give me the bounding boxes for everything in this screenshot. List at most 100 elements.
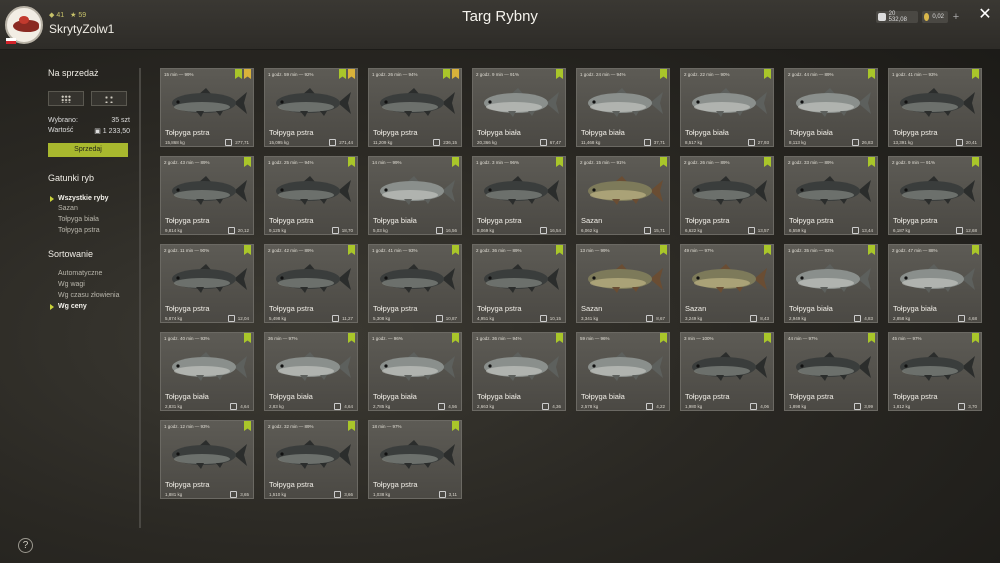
fish-card[interactable]: 44 min — 97% Tołpyga pstra 1,898 kg 3,99 bbox=[784, 332, 878, 411]
fish-price: 15,71 bbox=[643, 227, 665, 234]
fish-card[interactable]: 1 godz. 12 min — 93% Tołpyga pstra 1,881… bbox=[160, 420, 254, 499]
fish-name: Tołpyga pstra bbox=[269, 216, 314, 225]
fish-name: Tołpyga pstra bbox=[165, 216, 210, 225]
fish-card[interactable]: 1 godz. 35 min — 93% Tołpyga biała 2,949… bbox=[784, 244, 878, 323]
fish-image bbox=[172, 88, 247, 117]
fish-card[interactable]: 2 godz. 32 min — 89% Tołpyga pstra 1,510… bbox=[264, 420, 358, 499]
fish-card[interactable]: 45 min — 97% Tołpyga pstra 1,812 kg 3,70 bbox=[888, 332, 982, 411]
catch-time: 45 min — 97% bbox=[892, 336, 922, 341]
fish-card[interactable]: 1 godz. 25 min — 94% Tołpyga pstra 9,125… bbox=[264, 156, 358, 235]
species-all[interactable]: Wszystkie ryby bbox=[50, 195, 109, 202]
grid-view-button[interactable] bbox=[48, 91, 84, 106]
fish-weight: 5,874 kg bbox=[165, 316, 183, 321]
trophy-ribbon-icon bbox=[452, 421, 459, 431]
silver-coin-icon bbox=[331, 227, 339, 234]
trophy-ribbon-icon bbox=[972, 69, 979, 79]
fish-card[interactable]: 1 godz. 24 min — 94% Tołpyga biała 11,46… bbox=[576, 68, 670, 147]
fish-card[interactable]: 1 godz. 40 min — 93% Tołpyga biała 2,831… bbox=[160, 332, 254, 411]
fish-card[interactable]: 2 godz. 11 min — 90% Tołpyga pstra 5,874… bbox=[160, 244, 254, 323]
fish-card[interactable]: 2 godz. 44 min — 89% Tołpyga biała 8,113… bbox=[784, 68, 878, 147]
fish-image bbox=[172, 176, 247, 205]
list-view-button[interactable] bbox=[91, 91, 127, 106]
fish-image bbox=[172, 440, 247, 469]
fish-card[interactable]: 36 min — 97% Tołpyga biała 2,83 kg 4,64 bbox=[264, 332, 358, 411]
fish-name: Sazan bbox=[685, 304, 707, 313]
fish-card[interactable]: 49 min — 97% Sazan 3,249 kg 8,43 bbox=[680, 244, 774, 323]
sort-automatic[interactable]: Automatyczne bbox=[58, 270, 102, 277]
fish-card[interactable]: 15 min — 99% Tołpyga pstra 15,868 kg 277… bbox=[160, 68, 254, 147]
fish-card[interactable]: 2 godz. 15 min — 91% Sazan 6,062 kg 15,7… bbox=[576, 156, 670, 235]
catch-time: 2 godz. 36 min — 89% bbox=[476, 248, 522, 253]
silver-coin-icon bbox=[230, 491, 238, 498]
fish-card[interactable]: 1 godz. 3 min — 96% Tołpyga pstra 8,069 … bbox=[472, 156, 566, 235]
fish-card[interactable]: 2 godz. 42 min — 89% Tołpyga pstra 5,498… bbox=[264, 244, 358, 323]
fish-card[interactable]: 3 min — 100% Tołpyga pstra 1,980 kg 4,06 bbox=[680, 332, 774, 411]
silver-coin-icon bbox=[958, 315, 966, 322]
fish-price: 18,70 bbox=[331, 227, 353, 234]
fish-image bbox=[692, 352, 767, 381]
gold-balance: 0,02 bbox=[922, 11, 948, 23]
fish-card[interactable]: 2 godz. 9 min — 91% Tołpyga pstra 6,187 … bbox=[888, 156, 982, 235]
fish-card[interactable]: 2 godz. 43 min — 89% Tołpyga pstra 9,814… bbox=[160, 156, 254, 235]
silver-coin-icon bbox=[334, 491, 342, 498]
fish-image bbox=[692, 88, 767, 117]
fish-name: Tołpyga pstra bbox=[165, 128, 210, 137]
fish-image bbox=[276, 352, 351, 381]
fish-card[interactable]: 2 godz. 22 min — 90% Tołpyga biała 8,517… bbox=[680, 68, 774, 147]
sort-by-catch-time[interactable]: Wg czasu złowienia bbox=[58, 292, 119, 299]
fish-price: 4,68 bbox=[958, 315, 977, 322]
fish-card[interactable]: 2 godz. 47 min — 88% Tołpyga biała 2,858… bbox=[888, 244, 982, 323]
fish-card[interactable]: 1 godz. 41 min — 93% Tołpyga pstra 5,308… bbox=[368, 244, 462, 323]
species-tolpyga-pstra[interactable]: Tołpyga pstra bbox=[58, 227, 100, 234]
fish-name: Tołpyga pstra bbox=[477, 304, 522, 313]
fish-image bbox=[380, 176, 455, 205]
help-button[interactable]: ? bbox=[18, 538, 33, 553]
fish-weight: 6,559 kg bbox=[789, 228, 807, 233]
fish-card[interactable]: 2 godz. 26 min — 89% Tołpyga pstra 6,622… bbox=[680, 156, 774, 235]
catch-time: 2 godz. 33 min — 89% bbox=[788, 160, 834, 165]
fish-card[interactable]: 1 godz. 26 min — 94% Tołpyga pstra 11,20… bbox=[368, 68, 462, 147]
species-section-title: Gatunki ryb bbox=[48, 173, 95, 183]
fish-name: Tołpyga pstra bbox=[893, 128, 938, 137]
trophy-ribbon-icon bbox=[972, 157, 979, 167]
trophy-ribbon-icon bbox=[244, 333, 251, 343]
fish-price: 4,56 bbox=[438, 403, 457, 410]
fish-weight: 8,517 kg bbox=[685, 140, 703, 145]
fish-image bbox=[588, 352, 663, 381]
fish-price: 13,57 bbox=[747, 227, 769, 234]
sell-button[interactable]: Sprzedaj bbox=[48, 143, 128, 157]
trophy-ribbon-icon bbox=[348, 421, 355, 431]
fish-card[interactable]: 14 min — 99% Tołpyga biała 5,03 kg 16,56 bbox=[368, 156, 462, 235]
species-tolpyga-biala[interactable]: Tołpyga biała bbox=[58, 216, 99, 223]
fish-price: 27,93 bbox=[747, 139, 769, 146]
silver-coin-icon bbox=[747, 139, 755, 146]
species-sazan[interactable]: Sazan bbox=[58, 205, 78, 212]
trophy-ribbon-icon bbox=[764, 333, 771, 343]
add-currency-button[interactable]: + bbox=[950, 11, 962, 23]
catch-time: 2 godz. 43 min — 89% bbox=[164, 160, 210, 165]
sort-by-price[interactable]: Wg ceny bbox=[50, 303, 87, 310]
fish-card[interactable]: 59 min — 96% Tołpyga biała 2,578 kg 4,22 bbox=[576, 332, 670, 411]
silver-coin-icon bbox=[435, 315, 443, 322]
fish-image bbox=[484, 88, 559, 117]
fish-weight: 13,391 kg bbox=[893, 140, 913, 145]
trophy-ribbon-icon bbox=[868, 157, 875, 167]
fish-card[interactable]: 1 godz. 36 min — 94% Tołpyga biała 2,663… bbox=[472, 332, 566, 411]
fish-card[interactable]: 1 godz. 59 min — 92% Tołpyga pstra 15,09… bbox=[264, 68, 358, 147]
sort-by-weight[interactable]: Wg wagi bbox=[58, 281, 85, 288]
fish-card[interactable]: 2 godz. 9 min — 91% Tołpyga biała 20,366… bbox=[472, 68, 566, 147]
fish-name: Tołpyga pstra bbox=[269, 128, 314, 137]
fish-card[interactable]: 2 godz. 36 min — 89% Tołpyga pstra 4,951… bbox=[472, 244, 566, 323]
fish-card[interactable]: 1 godz. — 96% Tołpyga biała 2,785 kg 4,5… bbox=[368, 332, 462, 411]
fish-price: 20,41 bbox=[955, 139, 977, 146]
silver-coin-icon bbox=[539, 315, 547, 322]
fish-card[interactable]: 1 godz. 41 min — 93% Tołpyga pstra 13,39… bbox=[888, 68, 982, 147]
fish-card[interactable]: 18 min — 97% Tołpyga pstra 1,038 kg 3,11 bbox=[368, 420, 462, 499]
catch-time: 2 godz. 9 min — 91% bbox=[892, 160, 936, 165]
fish-image bbox=[276, 264, 351, 293]
silver-coin-icon bbox=[227, 227, 235, 234]
fish-card[interactable]: 2 godz. 33 min — 89% Tołpyga pstra 6,559… bbox=[784, 156, 878, 235]
poland-flag-icon bbox=[6, 38, 16, 44]
fish-card[interactable]: 13 min — 99% Sazan 3,341 kg 8,67 bbox=[576, 244, 670, 323]
close-button[interactable]: ✕ bbox=[977, 6, 993, 24]
